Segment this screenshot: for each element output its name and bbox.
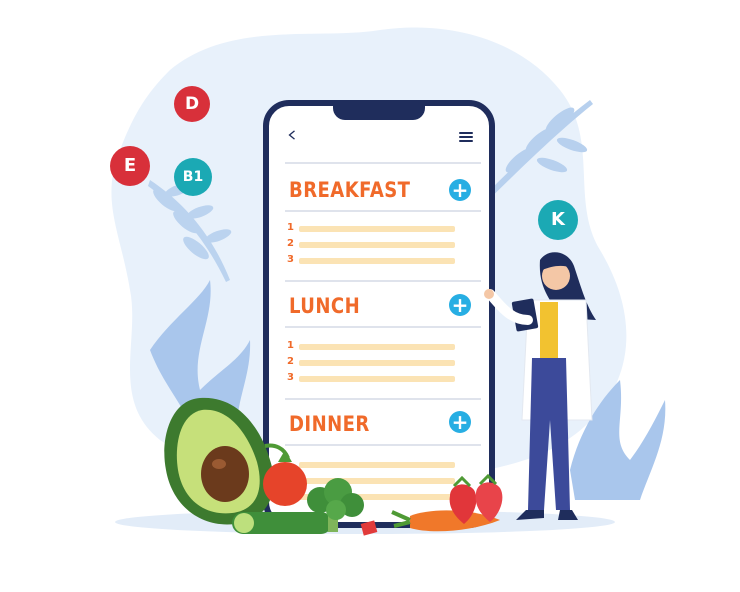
illustration: D E B1 K BREAKFAST + 1 2 3 LUNCH + 1 2 3…: [0, 0, 740, 592]
foreground-art: [164, 252, 596, 536]
pepper-icon: [360, 520, 378, 536]
avocado-icon: [164, 397, 274, 525]
tomato-icon: [263, 443, 307, 506]
cucumber-icon: [232, 512, 332, 534]
nutritionist-figure: [484, 252, 596, 520]
